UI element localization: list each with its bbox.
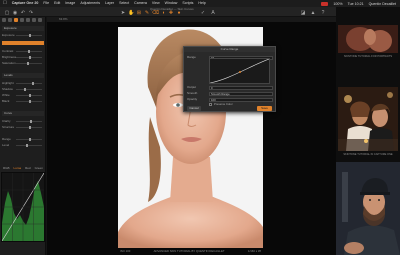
lens-tab-icon[interactable] bbox=[26, 18, 30, 22]
active-layer-bar[interactable] bbox=[2, 41, 44, 45]
user-name[interactable]: Quentin Decaillet bbox=[369, 2, 396, 6]
smooth-row: Smooth Smooth Range bbox=[187, 91, 274, 96]
row-structure[interactable]: Structure bbox=[2, 125, 44, 129]
filename-caption: ADVANCED SKIN TUTORIAL BY QUENTIN DECAIL… bbox=[153, 249, 225, 253]
details-tab-icon[interactable] bbox=[32, 18, 36, 22]
curve-histogram[interactable] bbox=[1, 172, 45, 242]
tutorial-thumb-1[interactable] bbox=[338, 25, 398, 53]
hist-tab-luma[interactable]: Luma bbox=[14, 166, 22, 170]
preserve-color-label: Preserve Color bbox=[214, 102, 233, 106]
cancel-button[interactable]: Cancel bbox=[187, 106, 201, 111]
menu-view[interactable]: View bbox=[152, 0, 160, 7]
menu-help[interactable]: Help bbox=[198, 0, 205, 7]
tutorial-caption-1: SKINTONE TUTORIAL FOR PORTRAITS bbox=[343, 55, 393, 58]
menu-image[interactable]: Image bbox=[65, 0, 75, 7]
row-saturation[interactable]: Saturation bbox=[2, 61, 44, 65]
curve-range-dialog: Curve Range Range 15 Output 0 Smooth Smo… bbox=[183, 46, 276, 112]
compare-icon[interactable]: ◪ bbox=[300, 11, 306, 16]
row-exposure[interactable]: Exposure bbox=[2, 33, 44, 37]
row-brightness[interactable]: Brightness bbox=[2, 55, 44, 59]
shutter-readout: 1/160 s f/8 bbox=[247, 249, 261, 253]
viewer-footer: ISO 100 ADVANCED SKIN TUTORIAL BY QUENTI… bbox=[118, 248, 263, 254]
output-field[interactable]: 0 bbox=[209, 85, 273, 90]
hist-tab-red[interactable]: Red bbox=[25, 166, 31, 170]
menu-bar:  Capture One 20 File Edit Image Adjustm… bbox=[0, 0, 400, 7]
menu-scripts[interactable]: Scripts bbox=[182, 0, 193, 7]
tutorial-thumb-2[interactable] bbox=[338, 87, 398, 151]
gradient-tool-icon[interactable]: ◑ bbox=[160, 11, 166, 16]
webcam-overlay bbox=[336, 162, 400, 255]
hist-tab-rgb[interactable]: RGB bbox=[3, 166, 10, 170]
exposure-tab-icon[interactable] bbox=[20, 18, 24, 22]
zoom-level[interactable]: 63.8% bbox=[59, 17, 68, 22]
section-curve[interactable]: Curve bbox=[2, 111, 44, 116]
save-button[interactable]: Save bbox=[257, 106, 272, 111]
output-row: Output 0 bbox=[187, 85, 274, 90]
menu-select[interactable]: Select bbox=[119, 0, 129, 7]
histogram-tabs: RGB Luma Red Green bbox=[1, 165, 45, 171]
picker-tool-icon[interactable]: ✓ bbox=[200, 11, 206, 16]
section-exposure[interactable]: Exposure bbox=[2, 26, 44, 31]
import-icon[interactable]: ▢ bbox=[4, 11, 10, 16]
menu-window[interactable]: Window bbox=[165, 0, 178, 7]
menu-app[interactable]: Capture One 20 bbox=[12, 0, 39, 7]
menu-file[interactable]: File bbox=[43, 0, 49, 7]
dialog-title: Curve Range bbox=[184, 47, 275, 52]
undo-icon[interactable]: ↶ bbox=[20, 11, 26, 16]
library-tab-icon[interactable] bbox=[2, 18, 6, 22]
iso-readout: ISO 100 bbox=[120, 249, 131, 253]
battery-status: 100% bbox=[333, 1, 343, 6]
capture-tab-icon[interactable] bbox=[8, 18, 12, 22]
menu-camera[interactable]: Camera bbox=[134, 0, 147, 7]
apple-icon[interactable]:  bbox=[3, 0, 7, 7]
row-range[interactable]: Range bbox=[2, 137, 44, 141]
tool-tabs bbox=[0, 17, 46, 24]
pan-tool-icon[interactable]: ✋ bbox=[128, 11, 134, 16]
hist-tab-green[interactable]: Green bbox=[35, 166, 43, 170]
brush-tool-icon[interactable]: ✎ bbox=[144, 11, 150, 16]
heal-tool-icon[interactable]: ✚ bbox=[168, 11, 174, 16]
text-tool-icon[interactable]: A bbox=[210, 11, 216, 16]
viewer-header: 63.8% bbox=[47, 17, 336, 22]
row-black[interactable]: Black bbox=[2, 99, 44, 103]
menu-edit[interactable]: Edit bbox=[54, 0, 60, 7]
color-tab-icon[interactable] bbox=[14, 18, 18, 22]
opacity-field[interactable]: 100 bbox=[209, 97, 273, 102]
row-white[interactable]: White bbox=[2, 93, 44, 97]
eraser-tool-icon[interactable]: ⌫ bbox=[152, 11, 159, 16]
local-tab-icon[interactable] bbox=[38, 18, 42, 22]
recording-indicator-icon bbox=[321, 1, 329, 6]
menu-layer[interactable]: Layer bbox=[105, 0, 114, 7]
clock: Tue 10:21 bbox=[347, 1, 364, 6]
export-icon[interactable]: ▲ bbox=[310, 11, 316, 16]
row-level[interactable]: Level bbox=[2, 143, 44, 147]
cursor-tool-icon[interactable]: ➤ bbox=[120, 11, 126, 16]
capture-icon[interactable]: ◉ bbox=[12, 11, 18, 16]
crop-tool-icon[interactable]: ⊞ bbox=[136, 11, 142, 16]
row-highlight[interactable]: Highlight bbox=[2, 81, 44, 85]
toolbar: Quentin Decaillet — Skin Curves ▢ ◉ ↶ ↷ … bbox=[0, 7, 336, 17]
help-icon[interactable]: ? bbox=[320, 11, 326, 16]
row-contrast[interactable]: Contrast bbox=[2, 49, 44, 53]
tutorial-caption-2: SKINTONE TUTORIAL IN CAPTURE ONE bbox=[343, 153, 393, 156]
menu-adjustments[interactable]: Adjustments bbox=[80, 0, 100, 7]
row-clarity[interactable]: Clarity bbox=[2, 119, 44, 123]
preserve-color-checkbox[interactable] bbox=[209, 103, 212, 106]
clone-tool-icon[interactable]: ● bbox=[176, 11, 182, 16]
smooth-select[interactable]: Smooth Range bbox=[209, 91, 273, 96]
tool-panel: Exposure Exposure Contrast Brightness Sa… bbox=[0, 17, 46, 255]
curve-graph[interactable] bbox=[209, 58, 270, 84]
redo-icon[interactable]: ↷ bbox=[28, 11, 34, 16]
section-levels[interactable]: Levels bbox=[2, 73, 44, 78]
row-shadow[interactable]: Shadow bbox=[2, 87, 44, 91]
